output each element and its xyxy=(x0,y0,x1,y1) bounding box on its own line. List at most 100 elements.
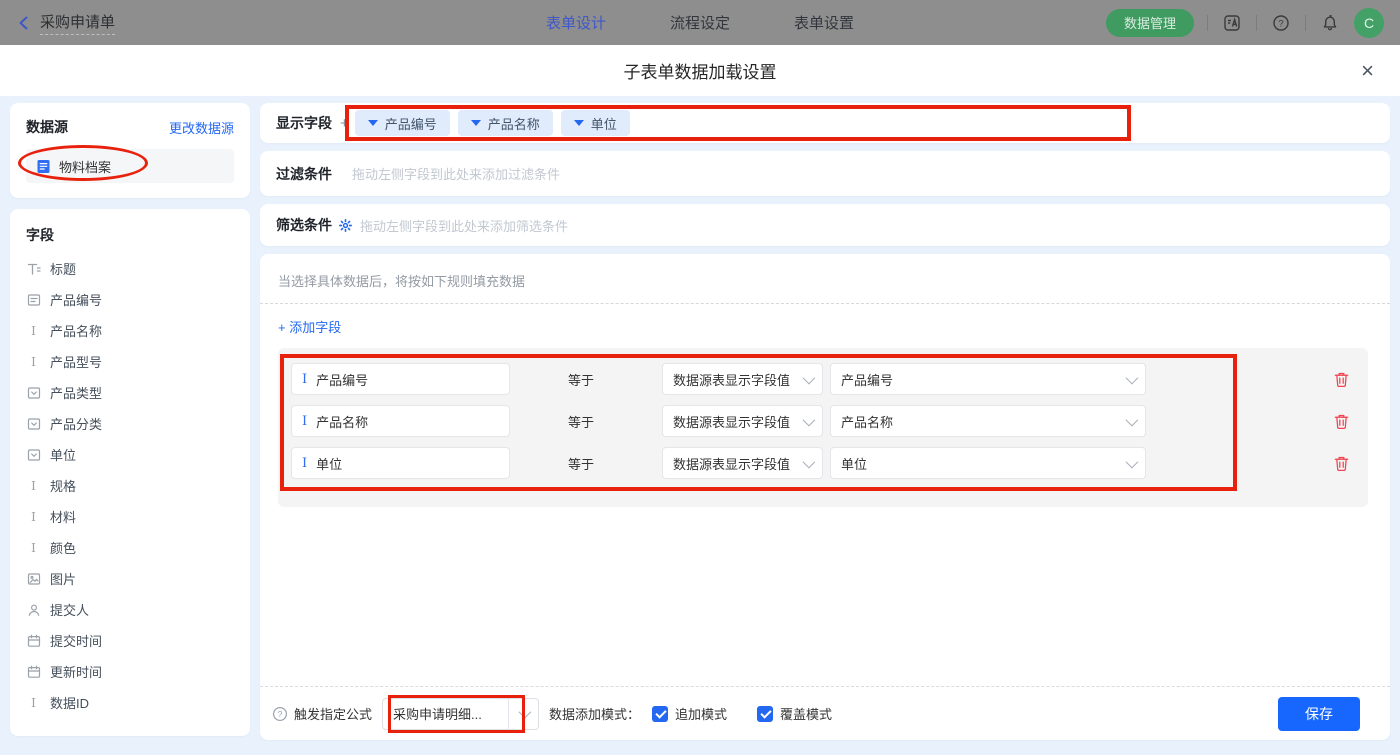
form-doc-icon xyxy=(36,159,51,174)
gear-icon[interactable] xyxy=(339,218,352,232)
rule-value-select[interactable]: 产品名称 xyxy=(830,405,1146,437)
field-item-user[interactable]: 提交人 xyxy=(26,594,234,625)
tab-form-design[interactable]: 表单设计 xyxy=(546,12,606,33)
formula-label: 触发指定公式 xyxy=(294,707,373,722)
field-item-label: 提交人 xyxy=(50,603,90,618)
text-icon: I xyxy=(31,540,36,555)
field-item-select[interactable]: 单位 xyxy=(26,439,234,470)
back-icon[interactable] xyxy=(16,15,32,31)
tag-label: 产品名称 xyxy=(487,116,540,132)
app-directory-icon[interactable] xyxy=(1221,12,1243,34)
data-manage-button[interactable]: 数据管理 xyxy=(1105,8,1194,37)
field-item-date[interactable]: 更新时间 xyxy=(26,656,234,687)
change-datasource-link[interactable]: 更改数据源 xyxy=(169,118,234,137)
rule-field-box[interactable]: I 产品编号 xyxy=(291,363,510,395)
datasource-item[interactable]: 物料档案 xyxy=(26,149,234,183)
datasource-title: 数据源 xyxy=(26,119,68,135)
tab-flow-setting[interactable]: 流程设定 xyxy=(670,12,730,33)
field-item-serial[interactable]: 产品编号 xyxy=(26,284,234,315)
chevron-down-icon xyxy=(508,698,538,729)
rule-source-select[interactable]: 数据源表显示字段值 xyxy=(662,405,823,437)
field-item-image[interactable]: 图片 xyxy=(26,563,234,594)
topbar-tabs: 表单设计 流程设定 表单设置 xyxy=(546,0,854,45)
help-circle-icon[interactable]: ? xyxy=(272,706,288,722)
rule-source-select[interactable]: 数据源表显示字段值 xyxy=(662,363,823,395)
delete-rule-icon[interactable] xyxy=(1332,412,1350,430)
form-title[interactable]: 采购申请单 xyxy=(40,11,116,35)
save-button[interactable]: 保存 xyxy=(1278,696,1360,731)
overwrite-mode-label: 覆盖模式 xyxy=(780,707,833,722)
delete-rule-icon[interactable] xyxy=(1332,454,1350,472)
field-item-label: 产品类型 xyxy=(50,386,103,401)
field-item-select[interactable]: 产品分类 xyxy=(26,408,234,439)
close-icon[interactable]: × xyxy=(1361,59,1374,82)
tag-label: 产品编号 xyxy=(384,116,437,132)
user-avatar[interactable]: C xyxy=(1354,7,1384,38)
field-item-text[interactable]: I 颜色 xyxy=(26,532,234,563)
display-field-tag[interactable]: 产品名称 xyxy=(457,110,553,136)
rule-value-value: 产品编号 xyxy=(841,372,894,388)
text-icon: I xyxy=(31,323,36,338)
field-item-label: 提交时间 xyxy=(50,634,103,649)
rule-field-label: 产品名称 xyxy=(316,414,369,430)
screen-condition-row[interactable]: 筛选条件 拖动左侧字段到此处来添加筛选条件 xyxy=(260,204,1390,246)
formula-select[interactable]: 采购申请明细... xyxy=(382,697,540,730)
field-item-text[interactable]: I 材料 xyxy=(26,501,234,532)
select-icon xyxy=(26,416,41,431)
tab-form-setting[interactable]: 表单设置 xyxy=(794,12,854,33)
field-item-select[interactable]: 产品类型 xyxy=(26,377,234,408)
chevron-down-icon xyxy=(802,371,816,384)
filter-condition-row[interactable]: 过滤条件 拖动左侧字段到此处来添加过滤条件 xyxy=(260,151,1390,196)
field-item-date[interactable]: 提交时间 xyxy=(26,625,234,656)
rule-operator: 等于 xyxy=(568,414,595,430)
field-item-label: 颜色 xyxy=(50,541,77,556)
rule-source-value: 数据源表显示字段值 xyxy=(673,456,791,472)
chevron-down-icon xyxy=(1125,413,1139,426)
formula-select-value: 采购申请明细... xyxy=(393,707,482,722)
text-icon: I xyxy=(302,413,308,429)
chevron-down-icon xyxy=(1125,371,1139,384)
field-item-text[interactable]: I 产品名称 xyxy=(26,315,234,346)
filter-placeholder: 拖动左侧字段到此处来添加过滤条件 xyxy=(352,167,561,182)
display-field-tag[interactable]: 产品编号 xyxy=(354,110,450,136)
add-display-field-icon[interactable]: + xyxy=(340,115,349,132)
divider xyxy=(1207,14,1208,31)
rule-row: I 产品名称 等于 数据源表显示字段值 产品名称 xyxy=(291,405,1350,437)
append-mode-checkbox[interactable] xyxy=(652,705,669,722)
rule-value-value: 单位 xyxy=(841,456,868,472)
title-icon xyxy=(26,261,41,276)
fields-list: 标题 产品编号 I 产品名称 I 产品型号 产品类型 产品分类 单位 I 规格 … xyxy=(26,253,234,718)
delete-rule-icon[interactable] xyxy=(1332,370,1350,388)
rule-source-value: 数据源表显示字段值 xyxy=(673,414,791,430)
add-field-button[interactable]: + 添加字段 xyxy=(260,304,359,346)
chevron-down-icon xyxy=(573,120,584,126)
fields-title: 字段 xyxy=(26,227,54,243)
rule-field-box[interactable]: I 单位 xyxy=(291,447,510,479)
help-icon[interactable]: ? xyxy=(1270,12,1292,34)
calendar-icon xyxy=(26,633,41,648)
field-item-title[interactable]: 标题 xyxy=(26,253,234,284)
rule-value-select[interactable]: 产品编号 xyxy=(830,363,1146,395)
field-item-text[interactable]: I 产品型号 xyxy=(26,346,234,377)
dialog-title: 子表单数据加载设置 xyxy=(623,63,777,82)
screen-placeholder: 拖动左侧字段到此处来添加筛选条件 xyxy=(360,218,569,234)
field-item-label: 标题 xyxy=(50,262,77,277)
field-item-label: 材料 xyxy=(50,510,77,525)
rule-field-box[interactable]: I 产品名称 xyxy=(291,405,510,437)
field-item-label: 规格 xyxy=(50,479,77,494)
rule-value-select[interactable]: 单位 xyxy=(830,447,1146,479)
bell-icon[interactable] xyxy=(1319,12,1341,34)
text-icon: I xyxy=(31,509,36,524)
field-item-text[interactable]: I 规格 xyxy=(26,470,234,501)
display-field-tag[interactable]: 单位 xyxy=(560,110,630,136)
rule-field-label: 单位 xyxy=(316,456,343,472)
overwrite-mode-checkbox[interactable] xyxy=(757,705,774,722)
rule-source-select[interactable]: 数据源表显示字段值 xyxy=(662,447,823,479)
field-item-text[interactable]: I 数据ID xyxy=(26,687,234,718)
text-icon: I xyxy=(31,478,36,493)
datasource-panel: 数据源 更改数据源 物料档案 xyxy=(10,103,250,198)
chevron-down-icon xyxy=(367,120,378,126)
divider xyxy=(260,303,1390,304)
rules-list: I 产品编号 等于 数据源表显示字段值 产品编号 I 产品名称 等于 数据源表显… xyxy=(278,348,1368,507)
serial-icon xyxy=(26,292,41,307)
